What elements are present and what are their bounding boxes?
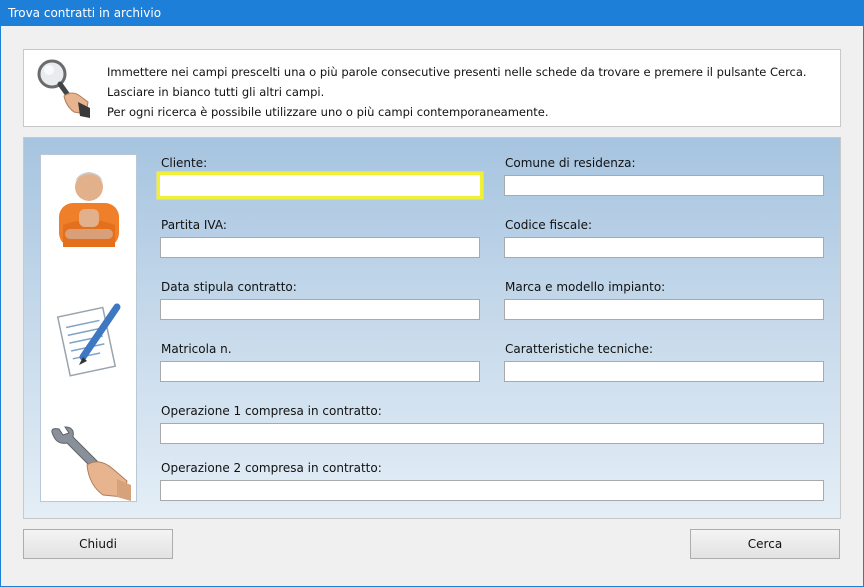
data-stipula-label: Data stipula contratto: (161, 280, 297, 294)
data-stipula-field[interactable] (160, 299, 480, 320)
instructions-box: Immettere nei campi prescelti una o più … (23, 49, 841, 127)
operazione2-label: Operazione 2 compresa in contratto: (161, 461, 382, 475)
search-form-panel: Cliente: Comune di residenza: Partita IV… (23, 137, 841, 519)
operazione1-label: Operazione 1 compresa in contratto: (161, 404, 382, 418)
partita-iva-field[interactable] (160, 237, 480, 258)
illustration-column (40, 154, 137, 502)
partita-iva-label: Partita IVA: (161, 218, 227, 232)
instruction-line: Immettere nei campi prescelti una o più … (107, 65, 807, 79)
cliente-field[interactable] (157, 172, 483, 199)
matricola-label: Matricola n. (161, 342, 232, 356)
operazione2-field[interactable] (160, 480, 824, 501)
marca-modello-field[interactable] (504, 299, 824, 320)
wrench-hand-icon (51, 426, 131, 501)
close-button[interactable]: Chiudi (23, 529, 173, 559)
dialog-body: Immettere nei campi prescelti una o più … (1, 26, 863, 586)
instruction-line: Per ogni ricerca è possibile utilizzare … (107, 105, 549, 119)
instructions-text: Immettere nei campi prescelti una o più … (107, 62, 807, 122)
caratteristiche-field[interactable] (504, 361, 824, 382)
operazione1-field[interactable] (160, 423, 824, 444)
marca-modello-label: Marca e modello impianto: (505, 280, 666, 294)
comune-label: Comune di residenza: (505, 156, 636, 170)
window-title: Trova contratti in archivio (0, 0, 864, 26)
search-contracts-window: Trova contratti in archivio Immettere ne… (0, 0, 864, 587)
notepad-pen-icon (56, 303, 121, 377)
codice-fiscale-label: Codice fiscale: (505, 218, 592, 232)
instruction-line: Lasciare in bianco tutti gli altri campi… (107, 85, 325, 99)
caratteristiche-label: Caratteristiche tecniche: (505, 342, 654, 356)
cliente-label: Cliente: (161, 156, 208, 170)
codice-fiscale-field[interactable] (504, 237, 824, 258)
search-button[interactable]: Cerca (690, 529, 840, 559)
comune-field[interactable] (504, 175, 824, 196)
matricola-field[interactable] (160, 361, 480, 382)
person-photo (59, 172, 119, 247)
magnifier-hand-icon (37, 59, 90, 118)
